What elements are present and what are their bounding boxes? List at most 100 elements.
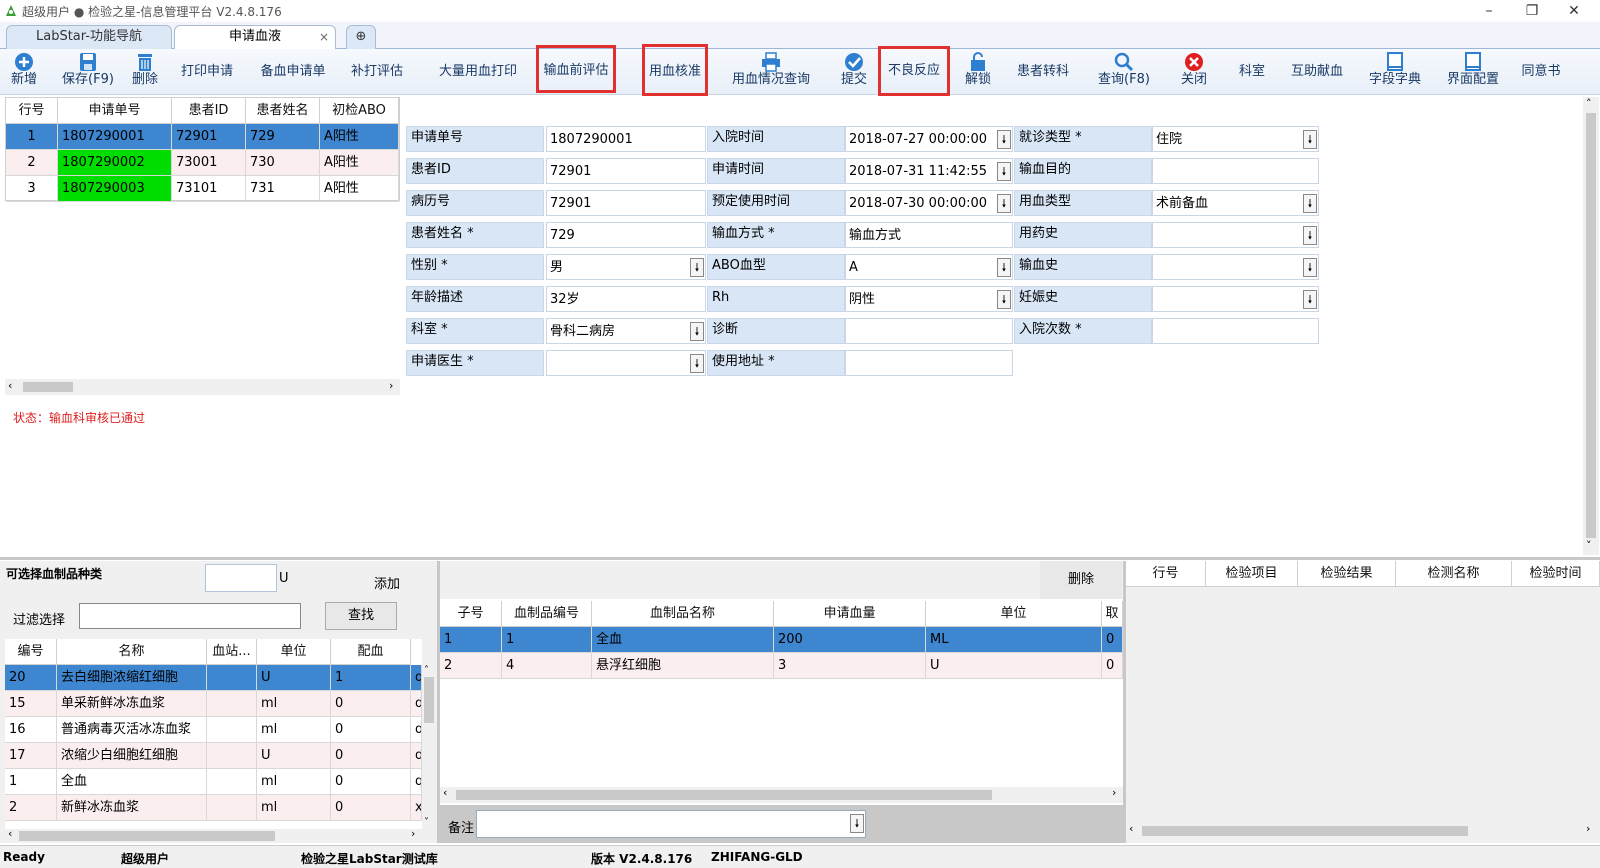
unlock-button[interactable]: 解锁 — [962, 49, 994, 95]
dropdown-arrow-icon[interactable]: 🠗 — [997, 162, 1011, 181]
form-input[interactable] — [845, 318, 1013, 344]
col-header[interactable]: 单位 — [257, 639, 331, 665]
dropdown-arrow-icon[interactable]: 🠗 — [850, 814, 864, 833]
close-button[interactable]: 关闭 — [1178, 49, 1210, 95]
patient-transfer-button[interactable]: 患者转科 — [1012, 49, 1074, 95]
table-row[interactable]: 3 1807290003 73101 731 A阳性 — [6, 176, 399, 202]
col-header[interactable]: 行号 — [6, 98, 58, 124]
form-input[interactable] — [845, 350, 1013, 376]
dropdown-arrow-icon[interactable]: 🠗 — [690, 258, 704, 277]
col-header[interactable]: 血制品编号 — [502, 601, 592, 627]
form-select[interactable]: 🠗 — [1152, 222, 1319, 248]
blood-prep-form-button[interactable]: 备血申请单 — [256, 49, 330, 95]
dropdown-arrow-icon[interactable]: 🠗 — [997, 194, 1011, 213]
table-row[interactable]: 17浓缩少白细胞红细胞 U0dc — [5, 743, 422, 769]
quantity-input[interactable] — [205, 564, 277, 592]
form-select[interactable]: 2018-07-27 00:00:00 🠗 — [845, 126, 1013, 152]
product-hscroll[interactable]: ‹ › — [5, 827, 422, 843]
blood-usage-query-button[interactable]: 用血情况查询 — [730, 49, 812, 95]
form-vscroll[interactable]: ˄ ˅ — [1583, 97, 1599, 555]
department-button[interactable]: 科室 — [1236, 49, 1268, 95]
close-window-icon[interactable]: ✕ — [1562, 1, 1586, 21]
form-input[interactable]: 1807290001 — [546, 126, 706, 152]
col-header[interactable]: 血制品名称 — [592, 601, 774, 627]
search-button[interactable]: 查找 — [325, 602, 397, 630]
scroll-thumb[interactable] — [1586, 113, 1596, 538]
remark-input[interactable]: 🠗 — [476, 810, 866, 838]
request-grid-hscroll[interactable]: ‹ › — [5, 379, 400, 395]
scroll-up-icon[interactable]: ˄ — [424, 665, 429, 676]
scroll-left-icon[interactable]: ‹ — [1129, 822, 1133, 835]
col-header[interactable]: 患者姓名 — [246, 98, 320, 124]
adverse-reaction-button[interactable]: 不良反应 — [878, 46, 950, 96]
col-header[interactable]: 初检ABO — [320, 98, 399, 124]
form-select[interactable]: 🠗 — [546, 350, 706, 376]
col-header[interactable]: 血站... — [207, 639, 257, 665]
form-input[interactable]: 32岁 — [546, 286, 706, 312]
delete-detail-button[interactable]: 删除 — [1040, 561, 1122, 599]
save-button[interactable]: 保存(F9) — [60, 49, 116, 95]
table-row[interactable]: 1 1807290001 72901 729 A阳性 — [6, 124, 399, 150]
scroll-left-icon[interactable]: ‹ — [443, 786, 447, 799]
ui-config-button[interactable]: 界面配置 — [1442, 49, 1504, 95]
col-header[interactable]: 子号 — [440, 601, 502, 627]
col-header[interactable]: 检测名称 — [1396, 561, 1512, 587]
col-header[interactable]: 单位 — [926, 601, 1102, 627]
table-row[interactable]: 15单采新鲜冰冻血浆 ml0dc — [5, 691, 422, 717]
dropdown-arrow-icon[interactable]: 🠗 — [1303, 290, 1317, 309]
scroll-thumb[interactable] — [23, 382, 73, 392]
table-row[interactable]: 2 4 悬浮红细胞 3 U 0 — [440, 653, 1123, 679]
new-tab-button[interactable]: ⊕ — [346, 25, 376, 49]
form-input[interactable]: 72901 — [546, 190, 706, 216]
dropdown-arrow-icon[interactable]: 🠗 — [1303, 258, 1317, 277]
dropdown-arrow-icon[interactable]: 🠗 — [1303, 226, 1317, 245]
scroll-thumb[interactable] — [424, 677, 434, 723]
reprint-assessment-button[interactable]: 补打评估 — [348, 49, 406, 95]
form-select[interactable]: 阴性 🠗 — [845, 286, 1013, 312]
col-header[interactable]: 患者ID — [172, 98, 246, 124]
product-vscroll[interactable]: ˄ ˅ — [422, 665, 436, 831]
form-select[interactable]: 住院 🠗 — [1152, 126, 1319, 152]
form-select[interactable]: 术前备血 🠗 — [1152, 190, 1319, 216]
dropdown-arrow-icon[interactable]: 🠗 — [690, 322, 704, 341]
dropdown-arrow-icon[interactable]: 🠗 — [690, 354, 704, 373]
form-select[interactable]: 🠗 — [1152, 254, 1319, 280]
col-header[interactable]: 申请血量 — [774, 601, 926, 627]
pre-transfusion-assessment-button[interactable]: 输血前评估 — [536, 45, 616, 93]
form-select[interactable]: 男 🠗 — [546, 254, 706, 280]
scroll-down-icon[interactable]: ˅ — [424, 817, 429, 828]
consent-form-button[interactable]: 同意书 — [1518, 49, 1564, 95]
scroll-right-icon[interactable]: › — [1112, 786, 1116, 799]
dropdown-arrow-icon[interactable]: 🠗 — [997, 290, 1011, 309]
tab-labstar-nav[interactable]: LabStar-功能导航 — [6, 25, 172, 49]
scroll-up-icon[interactable]: ˄ — [1586, 97, 1592, 110]
scroll-left-icon[interactable]: ‹ — [8, 827, 12, 840]
form-input[interactable]: 输血方式 — [845, 222, 1013, 248]
form-input[interactable]: 72901 — [546, 158, 706, 184]
form-select[interactable]: 2018-07-31 11:42:55 🠗 — [845, 158, 1013, 184]
form-input[interactable] — [1152, 318, 1319, 344]
detail-hscroll[interactable]: ‹ › — [440, 786, 1123, 803]
col-header[interactable]: 名称 — [57, 639, 207, 665]
col-header[interactable]: 行号 — [1126, 561, 1206, 587]
form-input[interactable]: 729 — [546, 222, 706, 248]
blood-approval-button[interactable]: 用血核准 — [642, 44, 708, 96]
tab-close-icon[interactable]: × — [319, 26, 329, 48]
restore-icon[interactable]: ❐ — [1520, 1, 1544, 21]
bulk-blood-print-button[interactable]: 大量用血打印 — [434, 49, 522, 95]
submit-button[interactable]: 提交 — [838, 49, 870, 95]
scroll-thumb[interactable] — [456, 790, 992, 800]
add-button[interactable]: 新增 — [8, 49, 40, 95]
tab-blood-request[interactable]: 申请血液 × — [174, 25, 336, 49]
table-row[interactable]: 2新鲜冰冻血浆 ml0xx — [5, 795, 422, 821]
form-select[interactable]: 🠗 — [1152, 286, 1319, 312]
dropdown-arrow-icon[interactable]: 🠗 — [1303, 194, 1317, 213]
form-select[interactable]: 骨科二病房 🠗 — [546, 318, 706, 344]
scroll-thumb[interactable] — [1142, 826, 1468, 836]
query-button[interactable]: 查询(F8) — [1092, 49, 1156, 95]
add-product-button[interactable]: 添加 — [374, 573, 400, 592]
table-row[interactable]: 16普通病毒灭活冰冻血浆 ml0dc — [5, 717, 422, 743]
scroll-down-icon[interactable]: ˅ — [1586, 539, 1592, 552]
field-dictionary-button[interactable]: 字段字典 — [1364, 49, 1426, 95]
scroll-right-icon[interactable]: › — [389, 379, 393, 392]
